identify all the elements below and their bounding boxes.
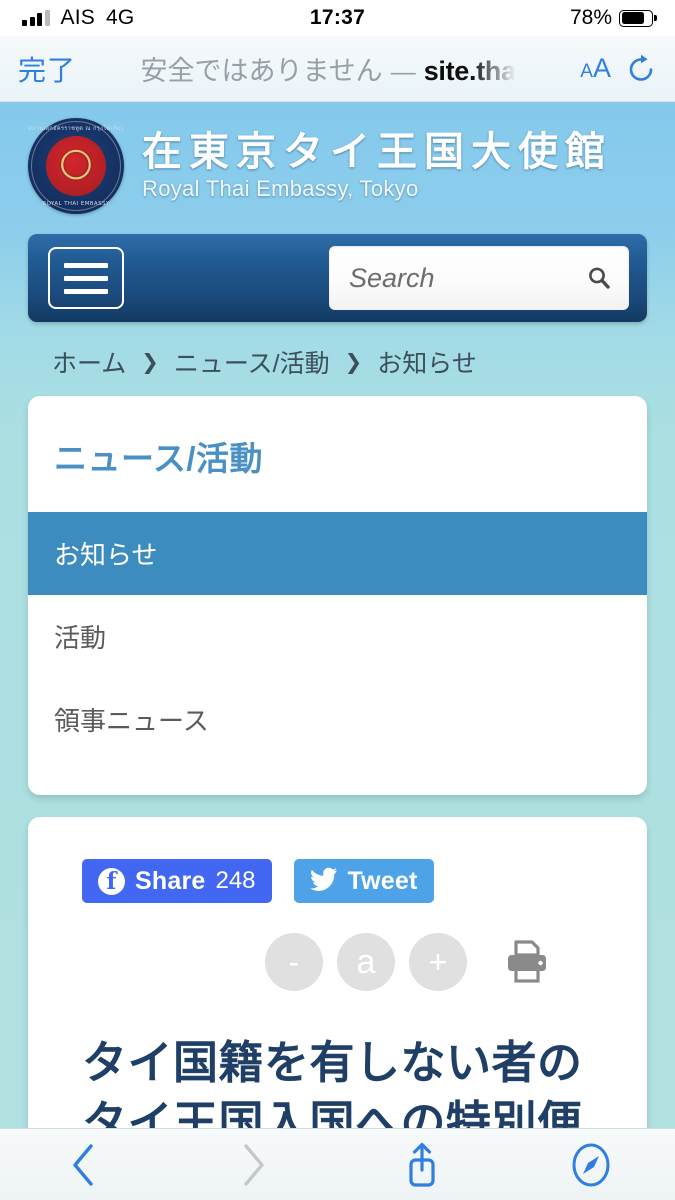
reload-icon[interactable] [625,53,657,85]
done-button[interactable]: 完了 [18,49,76,89]
back-button[interactable] [0,1129,169,1200]
article-headline: タイ国籍を有しない者のタイ王国入国への特別便 [82,1037,583,1128]
breadcrumb: ホーム ❯ ニュース/活動 ❯ お知らせ [0,322,675,396]
font-decrease-glyph: - [288,944,300,980]
hamburger-menu-icon[interactable] [48,247,124,309]
seal-text-bottom: ROYAL THAI EMBASSY [42,201,110,207]
search-input[interactable] [349,262,585,294]
font-default-button[interactable]: a [337,933,395,991]
facebook-icon: f [98,867,125,895]
printer-icon[interactable] [503,939,551,985]
social-share-row: f Share 248 Tweet [28,817,647,903]
menu-item-oshirase[interactable]: お知らせ [28,512,647,595]
cellular-signal-icon [22,10,50,26]
menu-item-label: お知らせ [54,540,158,570]
menu-item-label: 活動 [54,623,107,653]
safari-compass-icon[interactable] [506,1129,675,1200]
news-card-title: ニュース/活動 [54,440,264,477]
font-size-controls: - a + [28,903,647,991]
twitter-tweet-label: Tweet [347,866,418,895]
breadcrumb-separator: ❯ [141,350,159,374]
site-title-block: 在東京タイ王国大使館 Royal Thai Embassy, Tokyo [142,130,612,203]
share-icon[interactable] [338,1129,507,1200]
status-bar-left: AIS 4G [22,6,134,30]
safari-bottom-toolbar [0,1128,675,1200]
facebook-share-count: 248 [215,867,256,894]
status-bar-right: 78% [570,6,653,30]
site-title-english: Royal Thai Embassy, Tokyo [142,176,419,202]
news-menu-list: お知らせ 活動 領事ニュース [28,512,647,761]
site-navbar [28,234,647,322]
twitter-tweet-button[interactable]: Tweet [293,859,434,903]
font-increase-button[interactable]: + [409,933,467,991]
webpage-viewport[interactable]: สถานเอกอัครราชทูต ณ กรุงโตเกียว 🌕 ROYAL … [0,102,675,1128]
breadcrumb-item-home[interactable]: ホーム [52,344,126,380]
phone-screen: AIS 4G 17:37 78% 完了 安全ではありません — site.tha… [0,0,675,1200]
menu-item-label: 領事ニュース [54,706,209,736]
menu-item-katsudo[interactable]: 活動 [28,595,647,678]
site-title-japanese: 在東京タイ王国大使館 [142,129,612,174]
text-size-large-a: A [592,53,611,83]
magnifier-icon[interactable] [585,264,613,292]
text-size-button[interactable]: A A [580,53,611,84]
url-host-label: site.tha [423,56,516,86]
search-box[interactable] [329,246,629,310]
card-bottom-padding [28,761,647,795]
url-separator: — [390,58,416,86]
article-card: f Share 248 Tweet - a + タイ国籍を有しない者のタイ王国入… [28,817,647,1128]
battery-percentage-label: 78% [569,6,612,29]
facebook-share-label: Share [135,866,206,895]
font-increase-glyph: + [428,944,448,980]
font-default-glyph: a [356,943,376,981]
battery-icon [619,9,653,27]
forward-button [169,1129,338,1200]
breadcrumb-item-news[interactable]: ニュース/活動 [174,344,330,380]
font-decrease-button[interactable]: - [265,933,323,991]
safari-address-bar: 完了 安全ではありません — site.tha A A [0,36,675,102]
network-type-label: 4G [105,6,135,29]
seal-text-top: สถานเอกอัครราชทูต ณ กรุงโตเกียว [28,126,124,132]
site-header: สถานเอกอัครราชทูต ณ กรุงโตเกียว 🌕 ROYAL … [0,102,675,230]
battery-fill [621,12,644,24]
url-field[interactable]: 安全ではありません — site.tha [90,36,566,101]
twitter-bird-icon [309,867,338,896]
menu-item-ryoji-news[interactable]: 領事ニュース [28,678,647,761]
carrier-label: AIS [60,6,95,29]
breadcrumb-item-notice[interactable]: お知らせ [377,344,477,380]
royal-thai-embassy-seal-icon: สถานเอกอัครราชทูต ณ กรุงโตเกียว 🌕 ROYAL … [28,118,124,214]
garuda-glyph: 🌕 [58,147,94,185]
news-category-card: ニュース/活動 お知らせ 活動 領事ニュース [28,396,647,795]
text-size-small-a: A [580,61,593,82]
seal-inner-disc: 🌕 [46,136,106,196]
facebook-share-button[interactable]: f Share 248 [82,859,272,903]
security-warning-label: 安全ではありません [140,56,383,86]
ios-status-bar: AIS 4G 17:37 78% [0,0,675,36]
breadcrumb-separator: ❯ [344,350,363,374]
